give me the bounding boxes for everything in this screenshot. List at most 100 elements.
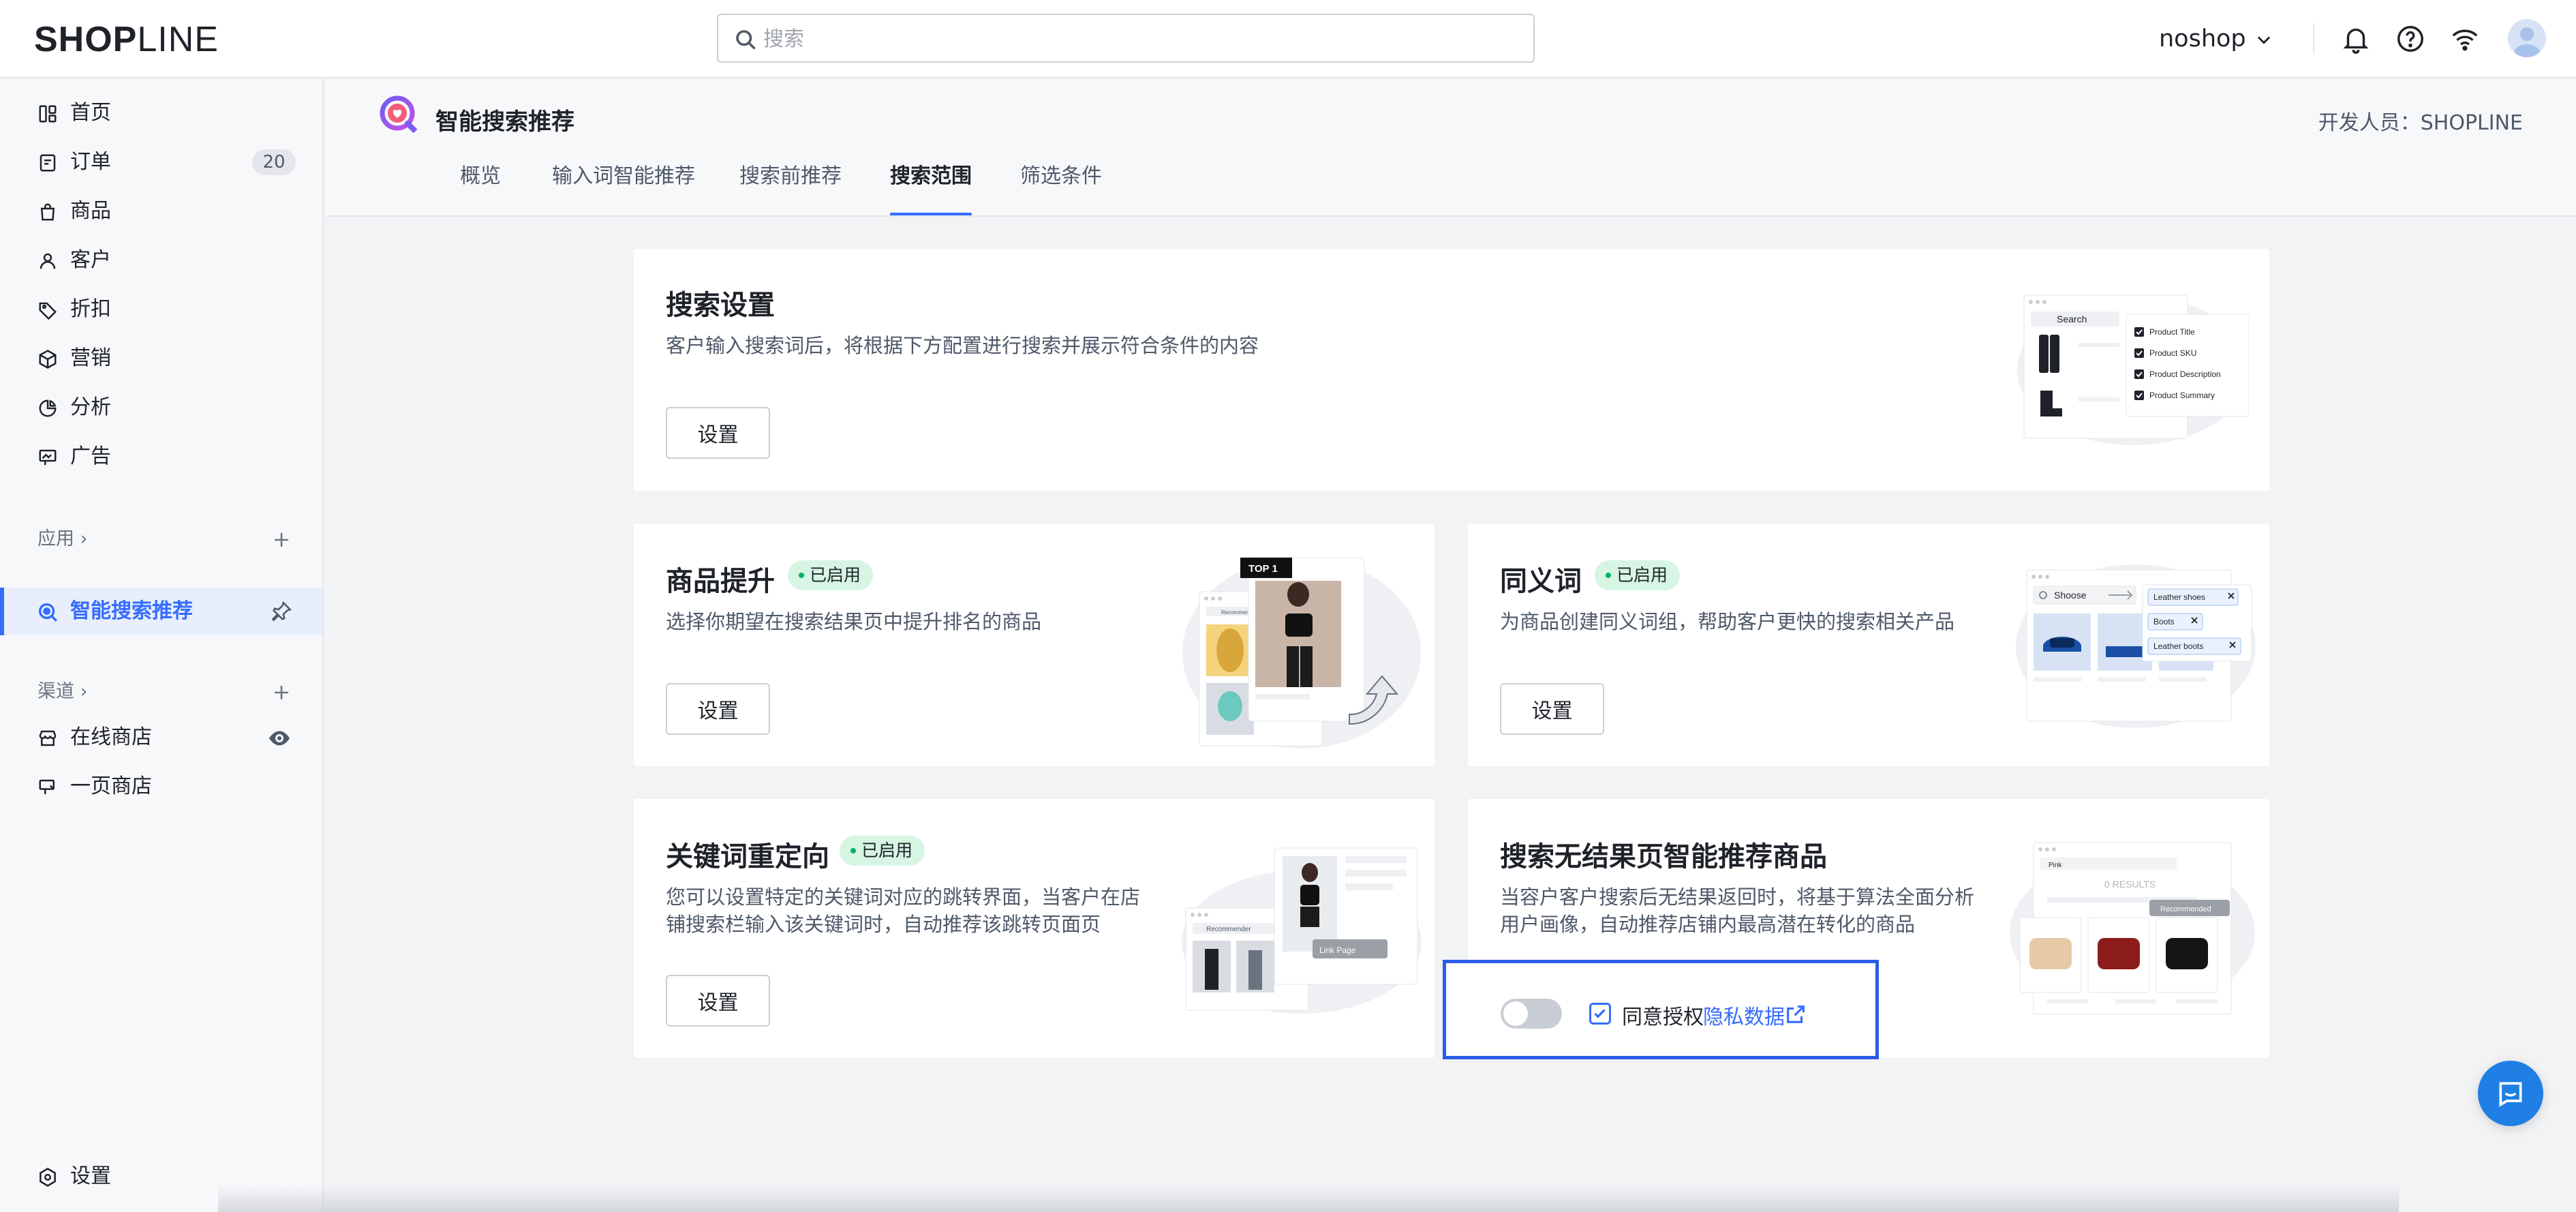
card-description: 选择你期望在搜索结果页中提升排名的商品 xyxy=(666,610,1042,633)
tab-pre-search[interactable]: 搜索前推荐 xyxy=(739,159,842,216)
keyword-redirect-button[interactable]: 设置 xyxy=(666,975,770,1027)
status-badge: 已启用 xyxy=(1595,560,1681,590)
card-description: 为商品创建同义词组，帮助客户更快的搜索相关产品 xyxy=(1500,610,1955,633)
no-results-illustration: Pink 0 RESULTS Recommended xyxy=(2010,842,2255,1015)
sidebar-item-discounts[interactable]: 折扣 xyxy=(0,286,322,333)
search-settings-card: 搜索设置 客户输入搜索词后，将根据下方配置进行搜索并展示符合条件的内容 设置 S… xyxy=(634,249,2269,491)
avatar[interactable] xyxy=(2508,19,2546,57)
bag-icon xyxy=(40,203,55,221)
illus-chip: Boots xyxy=(2153,617,2175,626)
app-logo-icon xyxy=(380,95,420,136)
pie-chart-icon xyxy=(39,399,57,417)
search-settings-illustration: Search Product Title Product SKU Product… xyxy=(2017,294,2249,445)
sidebar-item-customers[interactable]: 客户 xyxy=(0,237,322,284)
order-icon xyxy=(40,154,56,172)
tab-divider xyxy=(325,215,2576,217)
top-bar: SHOPLINE noshop xyxy=(0,0,2576,78)
sidebar-item-analytics[interactable]: 分析 xyxy=(0,384,322,431)
tag-icon xyxy=(39,302,57,320)
product-boost-card: 商品提升 已启用 选择你期望在搜索结果页中提升排名的商品 设置 Recommen… xyxy=(634,524,1435,766)
card-title: 商品提升 xyxy=(666,566,775,597)
chevron-down-icon xyxy=(2257,36,2271,44)
consent-highlight-box: 同意授权 隐私数据 xyxy=(1443,960,1879,1059)
synonyms-card: 同义词 已启用 为商品创建同义词组，帮助客户更快的搜索相关产品 设置 Shoos… xyxy=(1468,524,2269,766)
add-app-icon[interactable] xyxy=(270,528,293,551)
toggle-knob xyxy=(1503,1001,1528,1026)
eye-icon[interactable] xyxy=(267,726,292,751)
sidebar-item-one-page-store[interactable]: 一页商店 xyxy=(0,763,322,810)
single-page-icon xyxy=(39,779,55,794)
shop-name: noshop xyxy=(2159,25,2246,52)
shop-switcher[interactable]: noshop xyxy=(2159,20,2271,57)
sidebar-item-products[interactable]: 商品 xyxy=(0,187,322,235)
card-description: 客户输入搜索词后，将根据下方配置进行搜索并展示符合条件的内容 xyxy=(666,334,1259,357)
card-title: 搜索无结果页智能推荐商品 xyxy=(1500,841,1827,873)
order-count-badge: 20 xyxy=(252,149,296,175)
billboard-icon xyxy=(39,449,57,466)
consent-label: 同意授权 xyxy=(1622,1005,1704,1029)
illus-link-label: Link Page xyxy=(1319,945,1356,955)
search-input[interactable] xyxy=(763,23,1513,55)
active-indicator xyxy=(0,588,4,635)
chat-support-button[interactable] xyxy=(2478,1061,2543,1126)
card-description-line2: 用户画像，自动推荐店铺内最高潜在转化的商品 xyxy=(1500,913,1916,936)
apps-section-title[interactable]: 应用 › xyxy=(37,526,87,553)
tab-filters[interactable]: 筛选条件 xyxy=(1020,159,1102,216)
product-boost-button[interactable]: 设置 xyxy=(666,683,770,735)
illus-option: Product SKU xyxy=(2149,348,2196,358)
bell-icon[interactable] xyxy=(2340,23,2372,55)
tab-search-scope[interactable]: 搜索范围 xyxy=(890,159,972,216)
page-title: 智能搜索推荐 xyxy=(435,108,574,136)
pin-icon[interactable] xyxy=(270,600,293,623)
developer-info: 开发人员：SHOPLINE xyxy=(2318,111,2523,135)
illus-results-count: 0 RESULTS xyxy=(2104,879,2156,890)
divider xyxy=(2313,23,2314,53)
dashboard-icon xyxy=(39,105,57,123)
illus-option: Product Summary xyxy=(2149,391,2215,400)
privacy-data-link[interactable]: 隐私数据 xyxy=(1703,1000,1785,1030)
boost-illustration: Recommender TOP 1 xyxy=(1182,557,1421,748)
bottom-shadow xyxy=(218,1185,2399,1212)
keyword-redirect-card: 关键词重定向 已启用 您可以设置特定的关键词对应的跳转界面，当客户在店 铺搜索栏… xyxy=(634,799,1435,1058)
card-title: 同义词 xyxy=(1500,566,1582,597)
card-description-line1: 当容户客户搜索后无结果返回时，将基于算法全面分析 xyxy=(1500,885,1975,909)
chat-icon xyxy=(2499,1082,2522,1107)
app-header: 智能搜索推荐 开发人员：SHOPLINE 概览 输入词智能推荐 搜索前推荐 搜索… xyxy=(325,80,2576,217)
tab-input-suggestions[interactable]: 输入词智能推荐 xyxy=(552,159,695,216)
consent-checkbox[interactable] xyxy=(1589,1003,1611,1025)
redirect-illustration: Recommender Link Page xyxy=(1182,847,1422,1014)
sidebar-item-online-store[interactable]: 在线商店 xyxy=(0,714,322,761)
tab-overview[interactable]: 概览 xyxy=(460,159,501,216)
illus-search-label: Search xyxy=(2057,314,2087,324)
channels-section-title[interactable]: 渠道 › xyxy=(37,678,87,706)
illus-option: Product Title xyxy=(2149,327,2195,337)
wifi-icon[interactable] xyxy=(2449,23,2481,55)
sidebar-item-smart-search[interactable]: 智能搜索推荐 xyxy=(0,588,322,635)
global-search[interactable] xyxy=(717,14,1535,63)
shopline-logo[interactable]: SHOPLINE xyxy=(34,20,219,59)
user-avatar-icon xyxy=(2514,27,2540,57)
illus-top1-badge: TOP 1 xyxy=(1248,563,1278,575)
search-icon xyxy=(736,30,756,50)
search-settings-button[interactable]: 设置 xyxy=(666,407,770,459)
synonyms-button[interactable]: 设置 xyxy=(1500,683,1604,735)
sidebar-item-home[interactable]: 首页 xyxy=(0,89,322,137)
card-description-line2: 铺搜索栏输入该关键词时，自动推荐该跳转页面页 xyxy=(666,913,1101,936)
add-channel-icon[interactable] xyxy=(270,681,293,704)
sidebar-item-orders[interactable]: 订单 20 xyxy=(0,138,322,186)
card-title: 关键词重定向 xyxy=(666,841,829,873)
sidebar-item-marketing[interactable]: 营销 xyxy=(0,335,322,382)
recommend-toggle[interactable] xyxy=(1501,999,1562,1029)
cube-icon xyxy=(39,350,57,369)
illus-chip: Leather shoes xyxy=(2153,592,2205,602)
illus-recommended-tag: Recommended xyxy=(2160,905,2211,913)
illus-query: Shoose xyxy=(2054,590,2087,601)
search-app-icon xyxy=(38,603,57,622)
card-title: 搜索设置 xyxy=(666,290,775,321)
external-link-icon[interactable] xyxy=(1784,1003,1807,1026)
illus-bar-label: Recommender xyxy=(1206,926,1251,933)
help-icon[interactable] xyxy=(2395,23,2426,55)
sidebar: 首页 订单 20 商品 客户 折扣 营销 分析 广告 应用 › 智能搜索推荐 渠… xyxy=(0,80,324,1212)
card-description-line1: 您可以设置特定的关键词对应的跳转界面，当客户在店 xyxy=(666,885,1141,909)
sidebar-item-ads[interactable]: 广告 xyxy=(0,433,322,481)
